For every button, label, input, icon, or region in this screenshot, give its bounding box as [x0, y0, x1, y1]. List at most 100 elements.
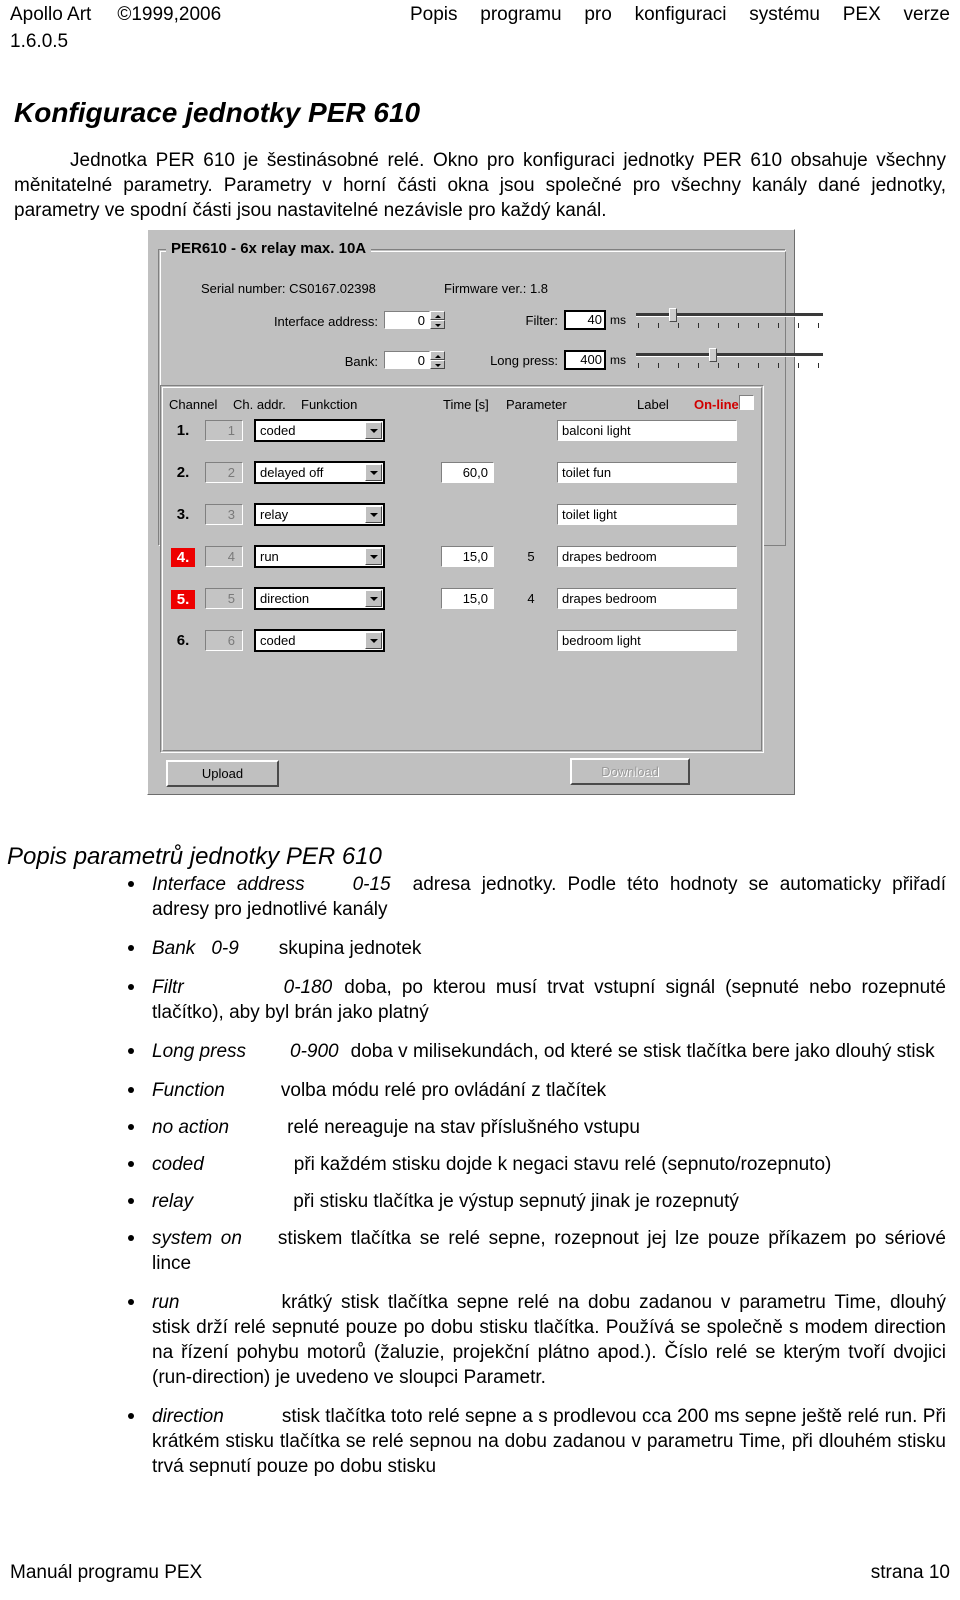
chevron-down-icon[interactable]: [365, 548, 382, 565]
filter-slider[interactable]: [636, 308, 823, 330]
long-press-slider[interactable]: [636, 348, 823, 370]
spin-up-icon[interactable]: [430, 311, 445, 320]
list-item: Bank 0-9 skupina jednotek: [120, 936, 946, 961]
channel-address-value: 4: [227, 549, 235, 564]
function-select[interactable]: relay: [254, 503, 385, 526]
header-version: 1.6.0.5: [10, 31, 69, 52]
header-company: Apollo Art: [10, 4, 92, 25]
chevron-down-icon[interactable]: [365, 632, 382, 649]
list-item: system on stiskem tlačítka se relé sepne,…: [120, 1226, 946, 1276]
channel-address-field[interactable]: 2: [205, 462, 243, 483]
serial-number-value: CS0167.02398: [289, 281, 376, 296]
param-term: Function: [152, 1080, 225, 1101]
online-checkbox[interactable]: [739, 395, 754, 410]
channel-address-value: 5: [227, 591, 235, 606]
filter-input[interactable]: 40: [564, 310, 606, 330]
bank-input[interactable]: 0: [384, 351, 430, 369]
table-row: 2. 2 delayed off 60,0 toilet fun: [161, 460, 763, 490]
channel-address-field[interactable]: 5: [205, 588, 243, 609]
function-select[interactable]: coded: [254, 629, 385, 652]
firmware-label: Firmware ver.:: [444, 281, 527, 296]
list-item: no action relé nereaguje na stav příslušn…: [120, 1115, 946, 1140]
per610-config-window-screenshot: PER610 - 6x relay max. 10A Serial number…: [147, 229, 823, 795]
bullet-icon: [128, 1124, 134, 1130]
bank-value: 0: [417, 353, 425, 368]
footer-left: Manuál programu PEX: [10, 1562, 203, 1583]
spin-down-icon[interactable]: [430, 320, 445, 329]
slider-track[interactable]: [636, 353, 823, 357]
param-range: 0-180: [283, 977, 333, 998]
bullet-icon: [128, 984, 134, 990]
table-row: 1. 1 coded balconi light: [161, 418, 763, 448]
function-select[interactable]: coded: [254, 419, 385, 442]
column-header-online: On-line: [694, 397, 739, 412]
chevron-down-icon[interactable]: [365, 506, 382, 523]
label-input[interactable]: drapes bedroom: [557, 588, 737, 609]
long-press-label: Long press:: [490, 353, 558, 368]
label-input[interactable]: bedroom light: [557, 630, 737, 651]
list-item: relay při stisku tlačítka je výstup sepnu…: [120, 1189, 946, 1214]
parameter-value: 5: [527, 549, 535, 564]
label-value: drapes bedroom: [562, 549, 657, 564]
param-desc: stiskem tlačítka se relé sepne, rozepnou…: [152, 1228, 946, 1274]
firmware-value: 1.8: [529, 281, 549, 296]
function-select[interactable]: run: [254, 545, 385, 568]
time-input[interactable]: 15,0: [441, 546, 494, 567]
param-desc: krátký stisk tlačítka sepne relé na dobu…: [152, 1292, 946, 1388]
function-select[interactable]: delayed off: [254, 461, 385, 484]
time-value: 60,0: [462, 465, 488, 480]
param-term: Filtr: [152, 977, 184, 998]
table-row: 4. 4 run 15,0 5 drapes bedroom: [161, 544, 763, 574]
param-term: direction: [152, 1406, 224, 1427]
param-term: system on: [152, 1228, 242, 1249]
function-value: direction: [260, 591, 310, 606]
channel-address-field[interactable]: 3: [205, 504, 243, 525]
function-value: run: [260, 549, 279, 564]
channel-address-field[interactable]: 6: [205, 630, 243, 651]
column-header-time: Time [s]: [443, 397, 489, 412]
label-value: toilet fun: [562, 465, 612, 480]
label-input[interactable]: toilet fun: [557, 462, 737, 483]
label-input[interactable]: balconi light: [557, 420, 737, 441]
chevron-down-icon[interactable]: [365, 422, 382, 439]
channel-address-value: 6: [227, 633, 235, 648]
param-desc: doba, po kterou musí trvat vstupní signá…: [152, 977, 946, 1023]
param-term: Long press: [152, 1041, 247, 1062]
label-value: balconi light: [562, 423, 631, 438]
function-value: coded: [260, 633, 296, 648]
list-item: Filtr 0-180 doba, po kterou musí trvat vst…: [120, 975, 946, 1025]
channel-address-value: 2: [227, 465, 235, 480]
param-range: 0-15: [352, 874, 391, 895]
header-title: Popis programu pro konfiguraci systému P…: [410, 4, 950, 25]
label-input[interactable]: toilet light: [557, 504, 737, 525]
param-range: 0-9: [211, 938, 239, 959]
slider-track[interactable]: [636, 313, 823, 317]
channel-address-field[interactable]: 1: [205, 420, 243, 441]
header-copyright: ©1999,2006: [117, 4, 222, 25]
chevron-down-icon[interactable]: [365, 464, 382, 481]
slider-ticks: [636, 323, 823, 329]
slider-thumb[interactable]: [709, 348, 717, 362]
time-input[interactable]: 15,0: [441, 588, 494, 609]
channel-address-field[interactable]: 4: [205, 546, 243, 567]
label-input[interactable]: drapes bedroom: [557, 546, 737, 567]
function-select[interactable]: direction: [254, 587, 385, 610]
bullet-icon: [128, 1161, 134, 1167]
interface-address-stepper[interactable]: [430, 311, 445, 329]
time-value: 15,0: [462, 591, 488, 606]
serial-number-label: Serial number:: [201, 281, 286, 296]
time-input[interactable]: 60,0: [441, 462, 494, 483]
channel-number-active: 5.: [171, 590, 195, 609]
param-term: run: [152, 1292, 180, 1313]
param-term: relay: [152, 1191, 194, 1212]
long-press-input[interactable]: 400: [564, 350, 606, 370]
param-desc: doba v milisekundách, od které se stisk …: [350, 1041, 935, 1062]
download-button-label: Download: [601, 764, 659, 779]
slider-thumb[interactable]: [669, 308, 677, 322]
channel-number: 3.: [176, 506, 190, 523]
chevron-down-icon[interactable]: [365, 590, 382, 607]
upload-button[interactable]: Upload: [166, 760, 279, 787]
interface-address-input[interactable]: 0: [384, 311, 430, 329]
function-value: relay: [260, 507, 289, 522]
column-header-function: Funkction: [301, 397, 358, 412]
